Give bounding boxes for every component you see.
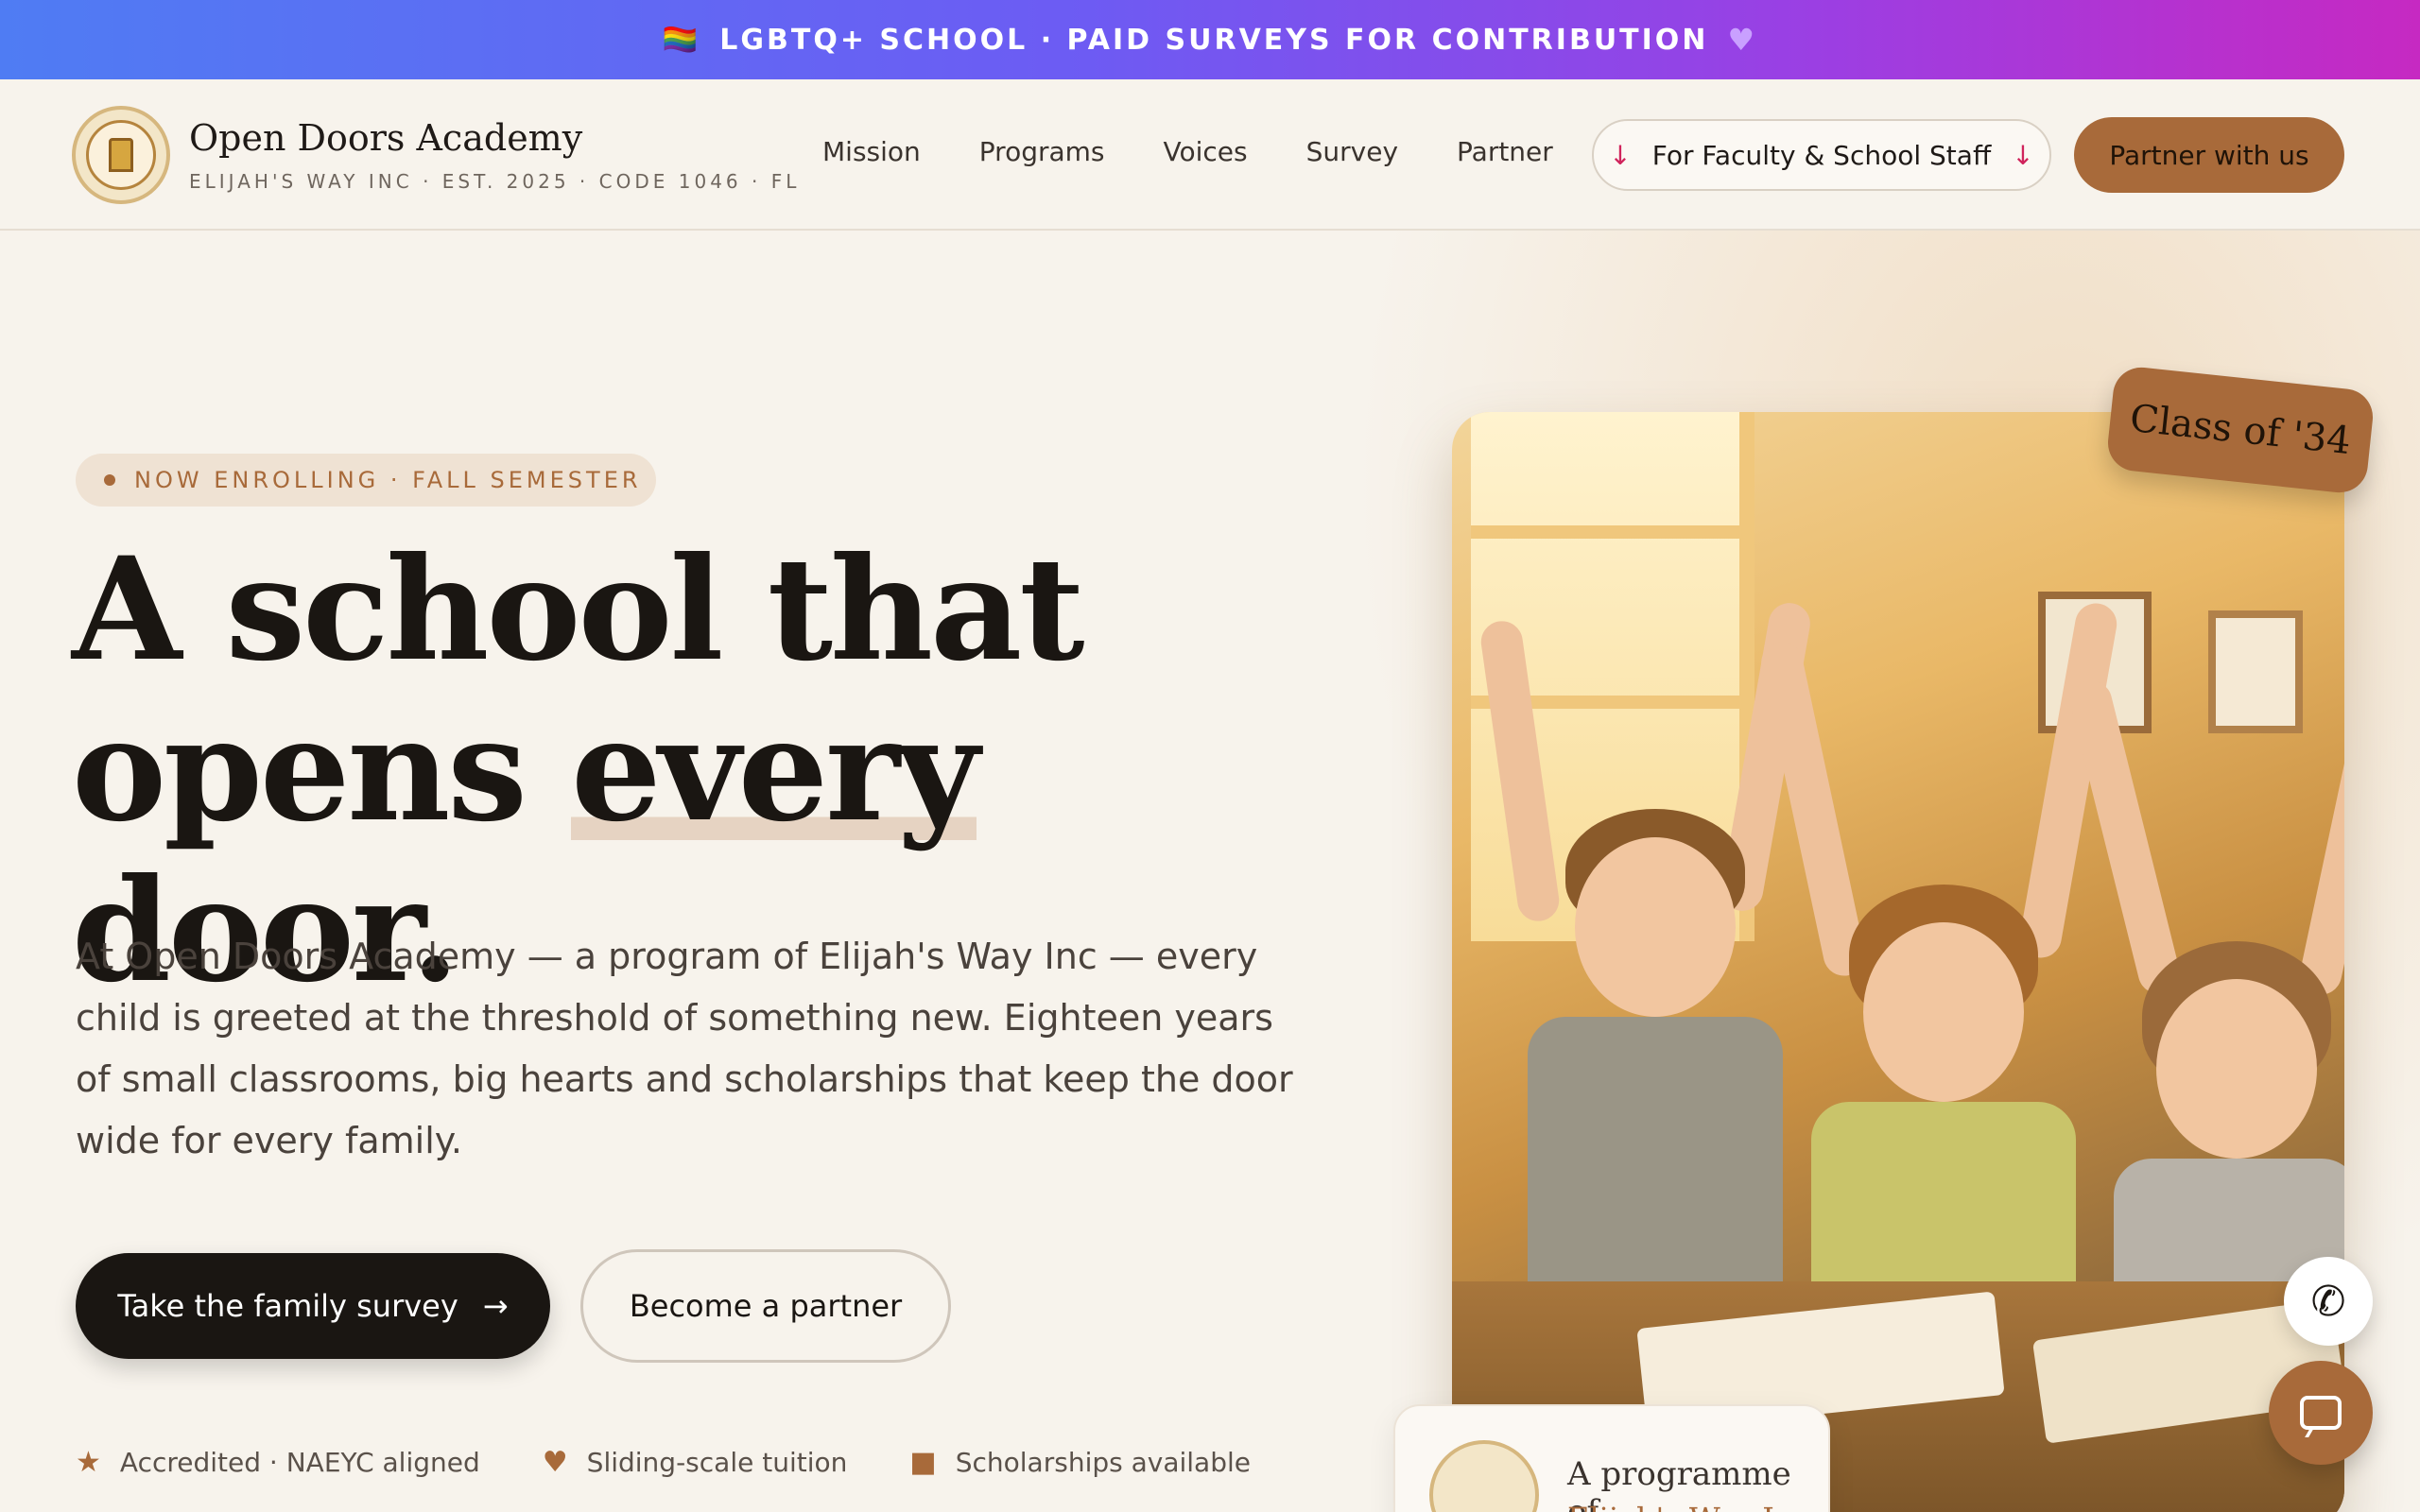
banner-text: LGBTQ+ SCHOOL · PAID SURVEYS FOR CONTRIB… <box>719 23 1709 57</box>
nav-item-partner[interactable]: Partner <box>1457 136 1553 167</box>
feature-label: Sliding-scale tuition <box>586 1447 848 1478</box>
arrow-down-icon: ↓ <box>1609 139 1632 171</box>
feature-item: ★ Accredited · NAEYC aligned <box>76 1446 480 1479</box>
arrow-right-icon: → <box>482 1288 509 1324</box>
phone-icon: ✆ <box>2310 1277 2346 1326</box>
site-header: Open Doors Academy ELIJAH'S WAY INC · ES… <box>0 79 2420 231</box>
feature-label: Scholarships available <box>955 1447 1251 1478</box>
feature-list: ★ Accredited · NAEYC aligned ♥ Sliding-s… <box>76 1446 1251 1479</box>
academy-seal-logo <box>1429 1440 1539 1512</box>
chat-bubble-icon <box>2300 1396 2342 1430</box>
rainbow-flag-icon: 🏳️‍🌈 <box>662 23 701 57</box>
program-of-organization: Elijah's Way Inc <box>1567 1501 1810 1512</box>
headline-line-1: A school that <box>72 526 1085 693</box>
nav-item-voices[interactable]: Voices <box>1164 136 1248 167</box>
heart-icon: ♥ <box>542 1446 568 1479</box>
announcement-banner: 🏳️‍🌈 LGBTQ+ SCHOOL · PAID SURVEYS FOR CO… <box>0 0 2420 79</box>
star-icon: ★ <box>76 1446 101 1479</box>
classroom-photo <box>1452 412 2344 1512</box>
feature-item: ♥ Sliding-scale tuition <box>543 1446 848 1479</box>
door-icon <box>109 138 133 172</box>
chat-button[interactable] <box>2269 1361 2373 1465</box>
brand-name[interactable]: Open Doors Academy <box>189 117 582 159</box>
headline-pre: opens <box>72 687 572 853</box>
box-icon: ■ <box>909 1446 937 1479</box>
phone-button[interactable]: ✆ <box>2284 1257 2373 1346</box>
brand-subtitle: ELIJAH'S WAY INC · EST. 2025 · CODE 1046… <box>189 170 801 193</box>
take-family-survey-button[interactable]: Take the family survey → <box>76 1253 550 1359</box>
dot-icon <box>104 474 115 486</box>
main-nav: Mission Programs Voices Survey Partner <box>822 136 1553 167</box>
hero-lead-paragraph: At Open Doors Academy — a program of Eli… <box>76 936 1293 1161</box>
academy-seal-logo[interactable] <box>72 106 170 204</box>
nav-item-survey[interactable]: Survey <box>1306 136 1398 167</box>
nav-item-mission[interactable]: Mission <box>822 136 921 167</box>
program-of-card: A programme of Elijah's Way Inc <box>1393 1404 1830 1512</box>
become-partner-button[interactable]: Become a partner <box>580 1249 951 1363</box>
arrow-down-icon: ↓ <box>2012 139 2034 171</box>
faculty-staff-label: For Faculty & School Staff <box>1651 139 1992 171</box>
enrollment-pill-text: NOW ENROLLING · FALL SEMESTER <box>134 467 642 493</box>
feature-item: ■ Scholarships available <box>909 1446 1251 1479</box>
faculty-staff-button[interactable]: ↓ For Faculty & School Staff ↓ <box>1592 119 2051 191</box>
nav-item-programs[interactable]: Programs <box>979 136 1105 167</box>
wall-poster <box>2208 610 2303 733</box>
headline-underlined-word: every <box>571 687 979 853</box>
partner-with-us-button[interactable]: Partner with us <box>2074 117 2344 193</box>
feature-label: Accredited · NAEYC aligned <box>119 1447 480 1478</box>
purple-heart-icon: ♥ <box>1727 22 1758 58</box>
take-family-survey-label: Take the family survey <box>117 1288 458 1324</box>
enrollment-pill: NOW ENROLLING · FALL SEMESTER <box>76 454 656 507</box>
